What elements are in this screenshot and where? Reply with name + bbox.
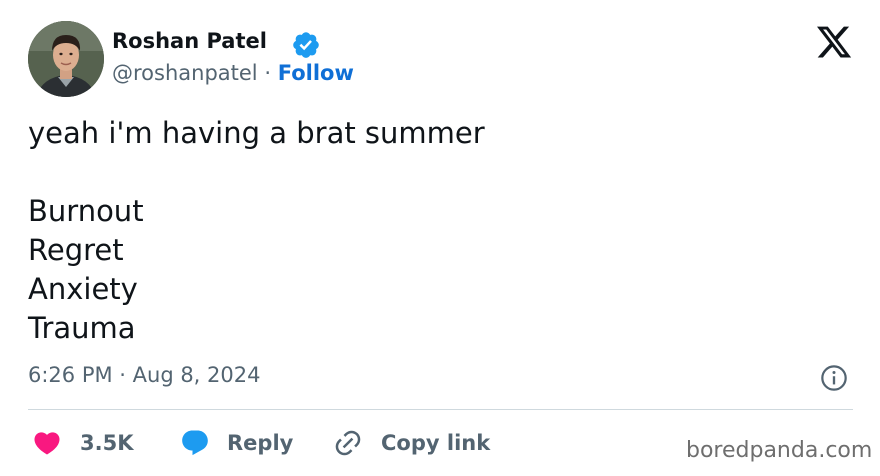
tweet-text: yeah i'm having a brat summer Burnout Re…: [28, 114, 485, 348]
verified-badge-icon: [293, 32, 319, 58]
like-count: 3.5K: [80, 431, 134, 455]
follow-button[interactable]: Follow: [278, 61, 354, 85]
divider: [28, 409, 853, 410]
copy-link-button[interactable]: Copy link: [333, 427, 490, 459]
avatar[interactable]: [28, 21, 104, 97]
avatar-photo: [28, 21, 104, 97]
handle-separator: ·: [264, 61, 272, 85]
copy-link-label: Copy link: [381, 431, 491, 455]
tweet-card: Roshan Patel @roshanpatel · Follow yeah …: [0, 0, 880, 476]
tweet-line: Anxiety: [28, 272, 138, 306]
tweet-line: [28, 153, 485, 192]
like-button[interactable]: 3.5K: [32, 427, 133, 459]
tweet-timestamp[interactable]: 6:26 PM · Aug 8, 2024: [28, 363, 260, 387]
x-logo-icon[interactable]: [815, 23, 853, 61]
author-handle[interactable]: @roshanpatel: [112, 61, 258, 85]
reply-label: Reply: [227, 431, 294, 455]
speech-bubble-icon: [182, 430, 208, 456]
tweet-line: yeah i'm having a brat summer: [28, 116, 485, 150]
tweet-line: Trauma: [28, 311, 136, 345]
tweet-line: Regret: [28, 233, 124, 267]
handle-row: @roshanpatel · Follow: [112, 61, 354, 85]
link-icon: [335, 430, 361, 456]
heart-icon: [34, 432, 60, 455]
tweet-line: Burnout: [28, 194, 144, 228]
watermark: boredpanda.com: [686, 438, 873, 463]
author-name[interactable]: Roshan Patel: [112, 29, 267, 53]
reply-button[interactable]: Reply: [180, 427, 293, 459]
info-icon[interactable]: [820, 364, 848, 392]
